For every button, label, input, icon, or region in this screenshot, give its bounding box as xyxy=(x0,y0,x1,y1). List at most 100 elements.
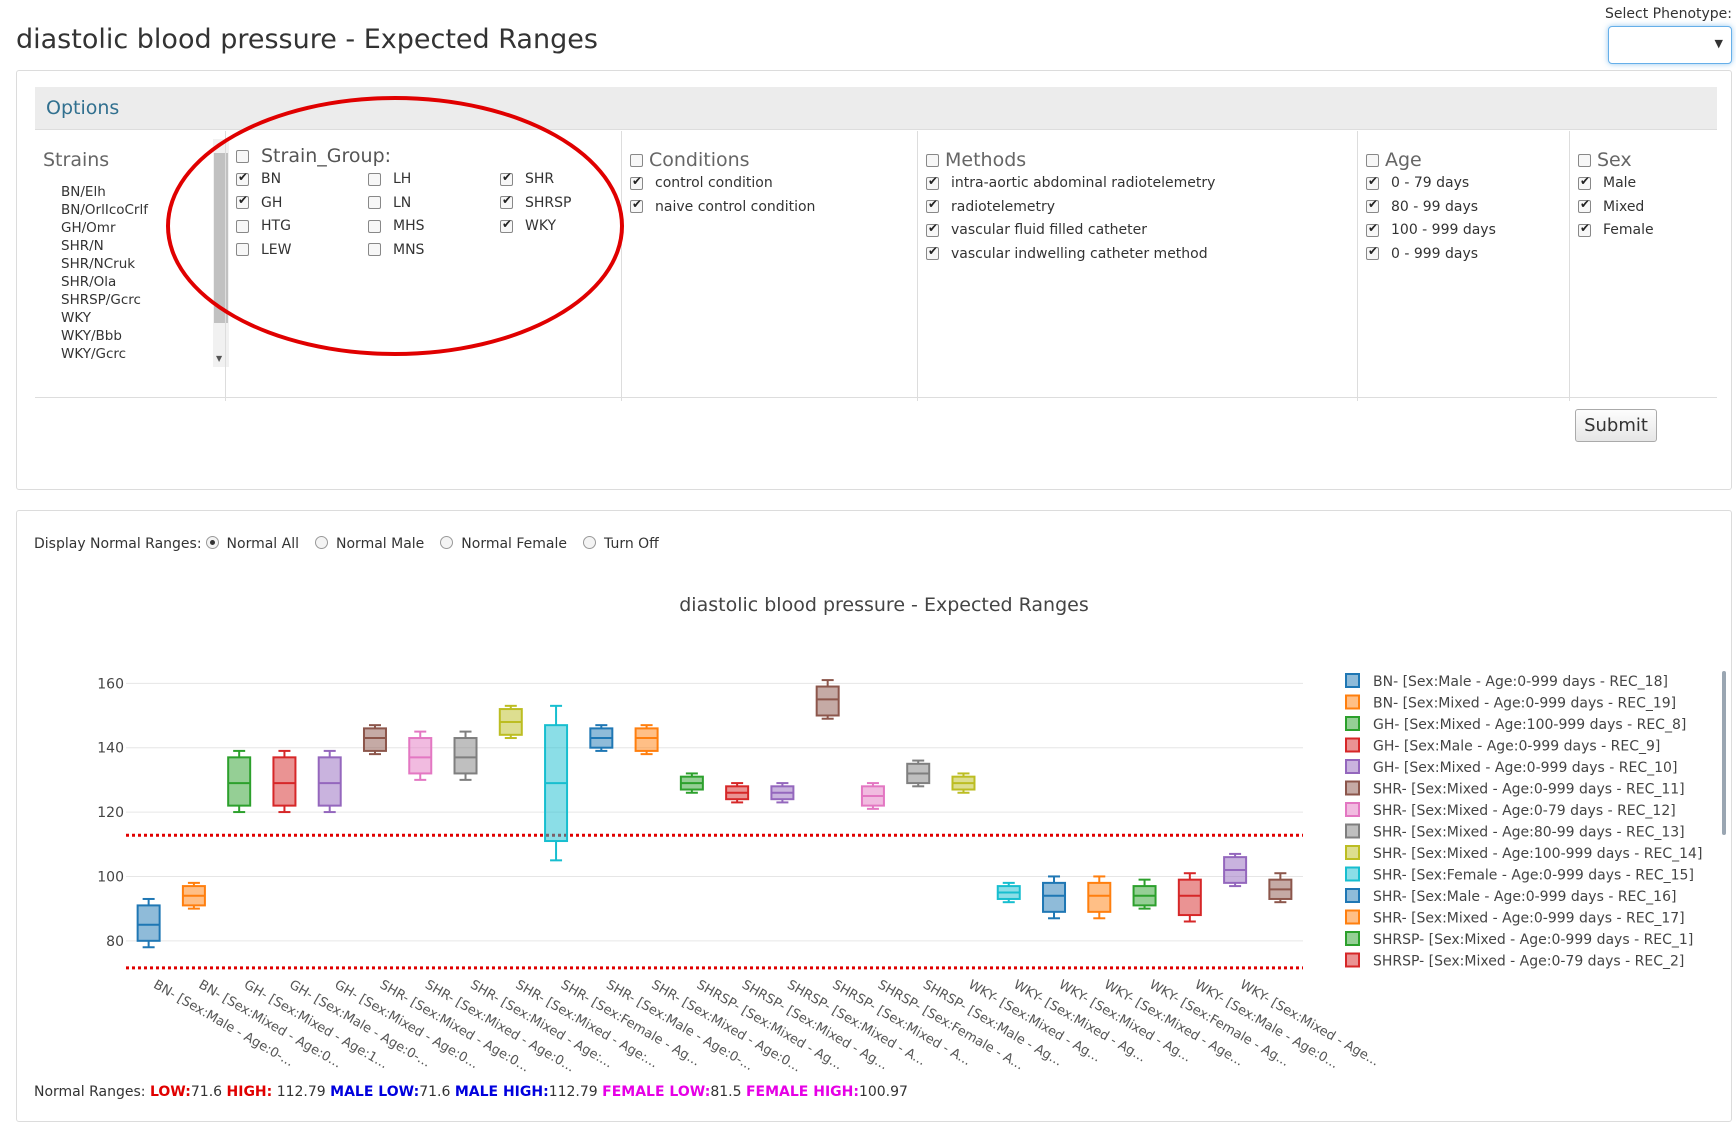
legend-item-label[interactable]: GH- [Sex:Male - Age:0-999 days - REC_9] xyxy=(1373,739,1660,755)
radio-button[interactable] xyxy=(583,535,597,549)
legend-swatch[interactable] xyxy=(1345,952,1360,968)
legend-swatch[interactable] xyxy=(1345,823,1360,839)
checkbox[interactable] xyxy=(926,174,939,190)
legend-item-label[interactable]: SHRSP- [Sex:Mixed - Age:0-999 days - REC… xyxy=(1373,932,1693,948)
phenotype-select[interactable]: ▼ xyxy=(1608,26,1732,64)
legend-item-label[interactable]: SHR- [Sex:Mixed - Age:0-79 days - REC_12… xyxy=(1373,803,1676,819)
legend-scrollbar[interactable] xyxy=(1722,671,1726,835)
scroll-down-icon[interactable]: ▼ xyxy=(216,354,222,363)
box-25[interactable] xyxy=(1223,852,1248,888)
legend-swatch[interactable] xyxy=(1345,673,1360,688)
checkbox[interactable] xyxy=(926,221,939,237)
methods-option-radiotelemetry[interactable]: radiotelemetry xyxy=(926,197,1055,215)
legend-item-label[interactable]: SHRSP- [Sex:Mixed - Age:0-79 days - REC_… xyxy=(1373,954,1684,970)
methods-option-vascular-indwelling-catheter-method[interactable]: vascular indwelling catheter method xyxy=(926,244,1208,262)
checkbox[interactable] xyxy=(1366,221,1379,237)
legend-swatch[interactable] xyxy=(1345,802,1360,817)
box-16[interactable] xyxy=(815,679,840,720)
legend-item-label[interactable]: BN- [Sex:Mixed - Age:0-999 days - REC_19… xyxy=(1373,696,1676,712)
conditions-header[interactable]: Conditions xyxy=(630,149,750,171)
box-9[interactable] xyxy=(498,704,523,740)
box-6[interactable] xyxy=(362,724,387,756)
conditions-option-naive-control-condition[interactable]: naive control condition xyxy=(630,197,815,215)
box-17[interactable] xyxy=(860,782,885,810)
box-18[interactable] xyxy=(906,759,931,788)
legend-swatch[interactable] xyxy=(1345,888,1360,903)
checkbox[interactable] xyxy=(1578,221,1591,237)
sex-checkbox[interactable] xyxy=(1578,154,1591,167)
legend-item-label[interactable]: SHR- [Sex:Male - Age:0-999 days - REC_16… xyxy=(1373,889,1676,905)
radio-button[interactable] xyxy=(315,535,329,549)
box-7[interactable] xyxy=(408,730,433,781)
box-1[interactable] xyxy=(136,897,161,949)
checkbox[interactable] xyxy=(630,197,643,213)
checkbox[interactable] xyxy=(926,197,939,213)
legend-swatch[interactable] xyxy=(1345,759,1360,774)
legend-item-label[interactable]: GH- [Sex:Mixed - Age:0-999 days - REC_10… xyxy=(1373,760,1677,776)
legend-item-label[interactable]: SHR- [Sex:Mixed - Age:0-999 days - REC_1… xyxy=(1373,782,1685,798)
box-3[interactable] xyxy=(227,749,252,814)
radio-normal-all[interactable]: Normal All xyxy=(202,535,299,552)
checkbox[interactable] xyxy=(1366,174,1379,190)
strain-item[interactable]: BN/Elh xyxy=(61,183,148,201)
box-12[interactable] xyxy=(634,724,659,756)
legend-swatch[interactable] xyxy=(1345,694,1360,710)
legend-swatch[interactable] xyxy=(1345,737,1360,753)
checkbox[interactable] xyxy=(926,244,939,260)
checkbox[interactable] xyxy=(1366,197,1379,213)
box-23[interactable] xyxy=(1132,878,1157,910)
checkbox[interactable] xyxy=(630,174,643,190)
strain-item[interactable]: SHR/Ola xyxy=(61,273,148,291)
age-option-0-999-days[interactable]: 0 - 999 days xyxy=(1366,244,1478,262)
legend-swatch[interactable] xyxy=(1345,845,1360,860)
box-10[interactable] xyxy=(544,704,569,862)
radio-button[interactable] xyxy=(440,535,454,549)
legend-swatch[interactable] xyxy=(1345,931,1360,946)
strain-item[interactable]: SHR/N xyxy=(61,237,148,255)
age-header[interactable]: Age xyxy=(1366,149,1422,171)
checkbox[interactable] xyxy=(1578,197,1591,213)
methods-option-vascular-fluid-filled-catheter[interactable]: vascular fluid filled catheter xyxy=(926,221,1147,238)
submit-button[interactable]: Submit xyxy=(1575,409,1657,442)
box-11[interactable] xyxy=(589,724,614,752)
legend-swatch[interactable] xyxy=(1345,780,1360,796)
box-5[interactable] xyxy=(317,749,342,814)
strain-item[interactable]: WKY/Bbb xyxy=(61,327,148,345)
legend-item-label[interactable]: SHR- [Sex:Mixed - Age:0-999 days - REC_1… xyxy=(1373,911,1685,927)
age-option-100-999-days[interactable]: 100 - 999 days xyxy=(1366,221,1496,238)
box-2[interactable] xyxy=(181,881,206,910)
legend-item-label[interactable]: SHR- [Sex:Female - Age:0-999 days - REC_… xyxy=(1373,868,1694,884)
box-14[interactable] xyxy=(725,782,750,804)
sex-header[interactable]: Sex xyxy=(1578,149,1632,171)
box-22[interactable] xyxy=(1087,875,1112,920)
strain-item[interactable]: SHR/NCruk xyxy=(61,255,148,273)
box-4[interactable] xyxy=(272,749,297,814)
legend-item-label[interactable]: BN- [Sex:Male - Age:0-999 days - REC_18] xyxy=(1373,674,1668,690)
radio-normal-female[interactable]: Normal Female xyxy=(436,535,567,552)
methods-header[interactable]: Methods xyxy=(926,149,1026,171)
strain-item[interactable]: WKY xyxy=(61,309,148,327)
conditions-checkbox[interactable] xyxy=(630,154,643,167)
legend-swatch[interactable] xyxy=(1345,909,1360,925)
age-option-80-99-days[interactable]: 80 - 99 days xyxy=(1366,197,1478,215)
methods-checkbox[interactable] xyxy=(926,154,939,167)
checkbox[interactable] xyxy=(1366,244,1379,260)
legend-swatch[interactable] xyxy=(1345,866,1360,882)
legend-item-label[interactable]: SHR- [Sex:Mixed - Age:80-99 days - REC_1… xyxy=(1373,825,1685,841)
legend-item-label[interactable]: GH- [Sex:Mixed - Age:100-999 days - REC_… xyxy=(1373,717,1686,733)
box-20[interactable] xyxy=(996,881,1021,904)
sex-option-female[interactable]: Female xyxy=(1578,221,1654,238)
strain-item[interactable]: BN/OrlIcoCrlf xyxy=(61,201,148,219)
radio-button[interactable] xyxy=(205,535,219,549)
strain-item[interactable]: WKY/Gcrc xyxy=(61,345,148,363)
age-checkbox[interactable] xyxy=(1366,154,1379,167)
strains-list[interactable]: BN/Elh BN/OrlIcoCrlf GH/Omr SHR/N SHR/NCruk S… xyxy=(61,183,148,363)
box-8[interactable] xyxy=(453,730,478,781)
sex-option-male[interactable]: Male xyxy=(1578,174,1636,191)
box-15[interactable] xyxy=(770,782,795,804)
radio-normal-male[interactable]: Normal Male xyxy=(311,535,424,552)
box-26[interactable] xyxy=(1268,872,1293,904)
checkbox[interactable] xyxy=(1578,174,1591,190)
box-19[interactable] xyxy=(951,772,976,794)
methods-option-intra-aortic-abdominal-radiotelemetry[interactable]: intra-aortic abdominal radiotelemetry xyxy=(926,174,1215,191)
